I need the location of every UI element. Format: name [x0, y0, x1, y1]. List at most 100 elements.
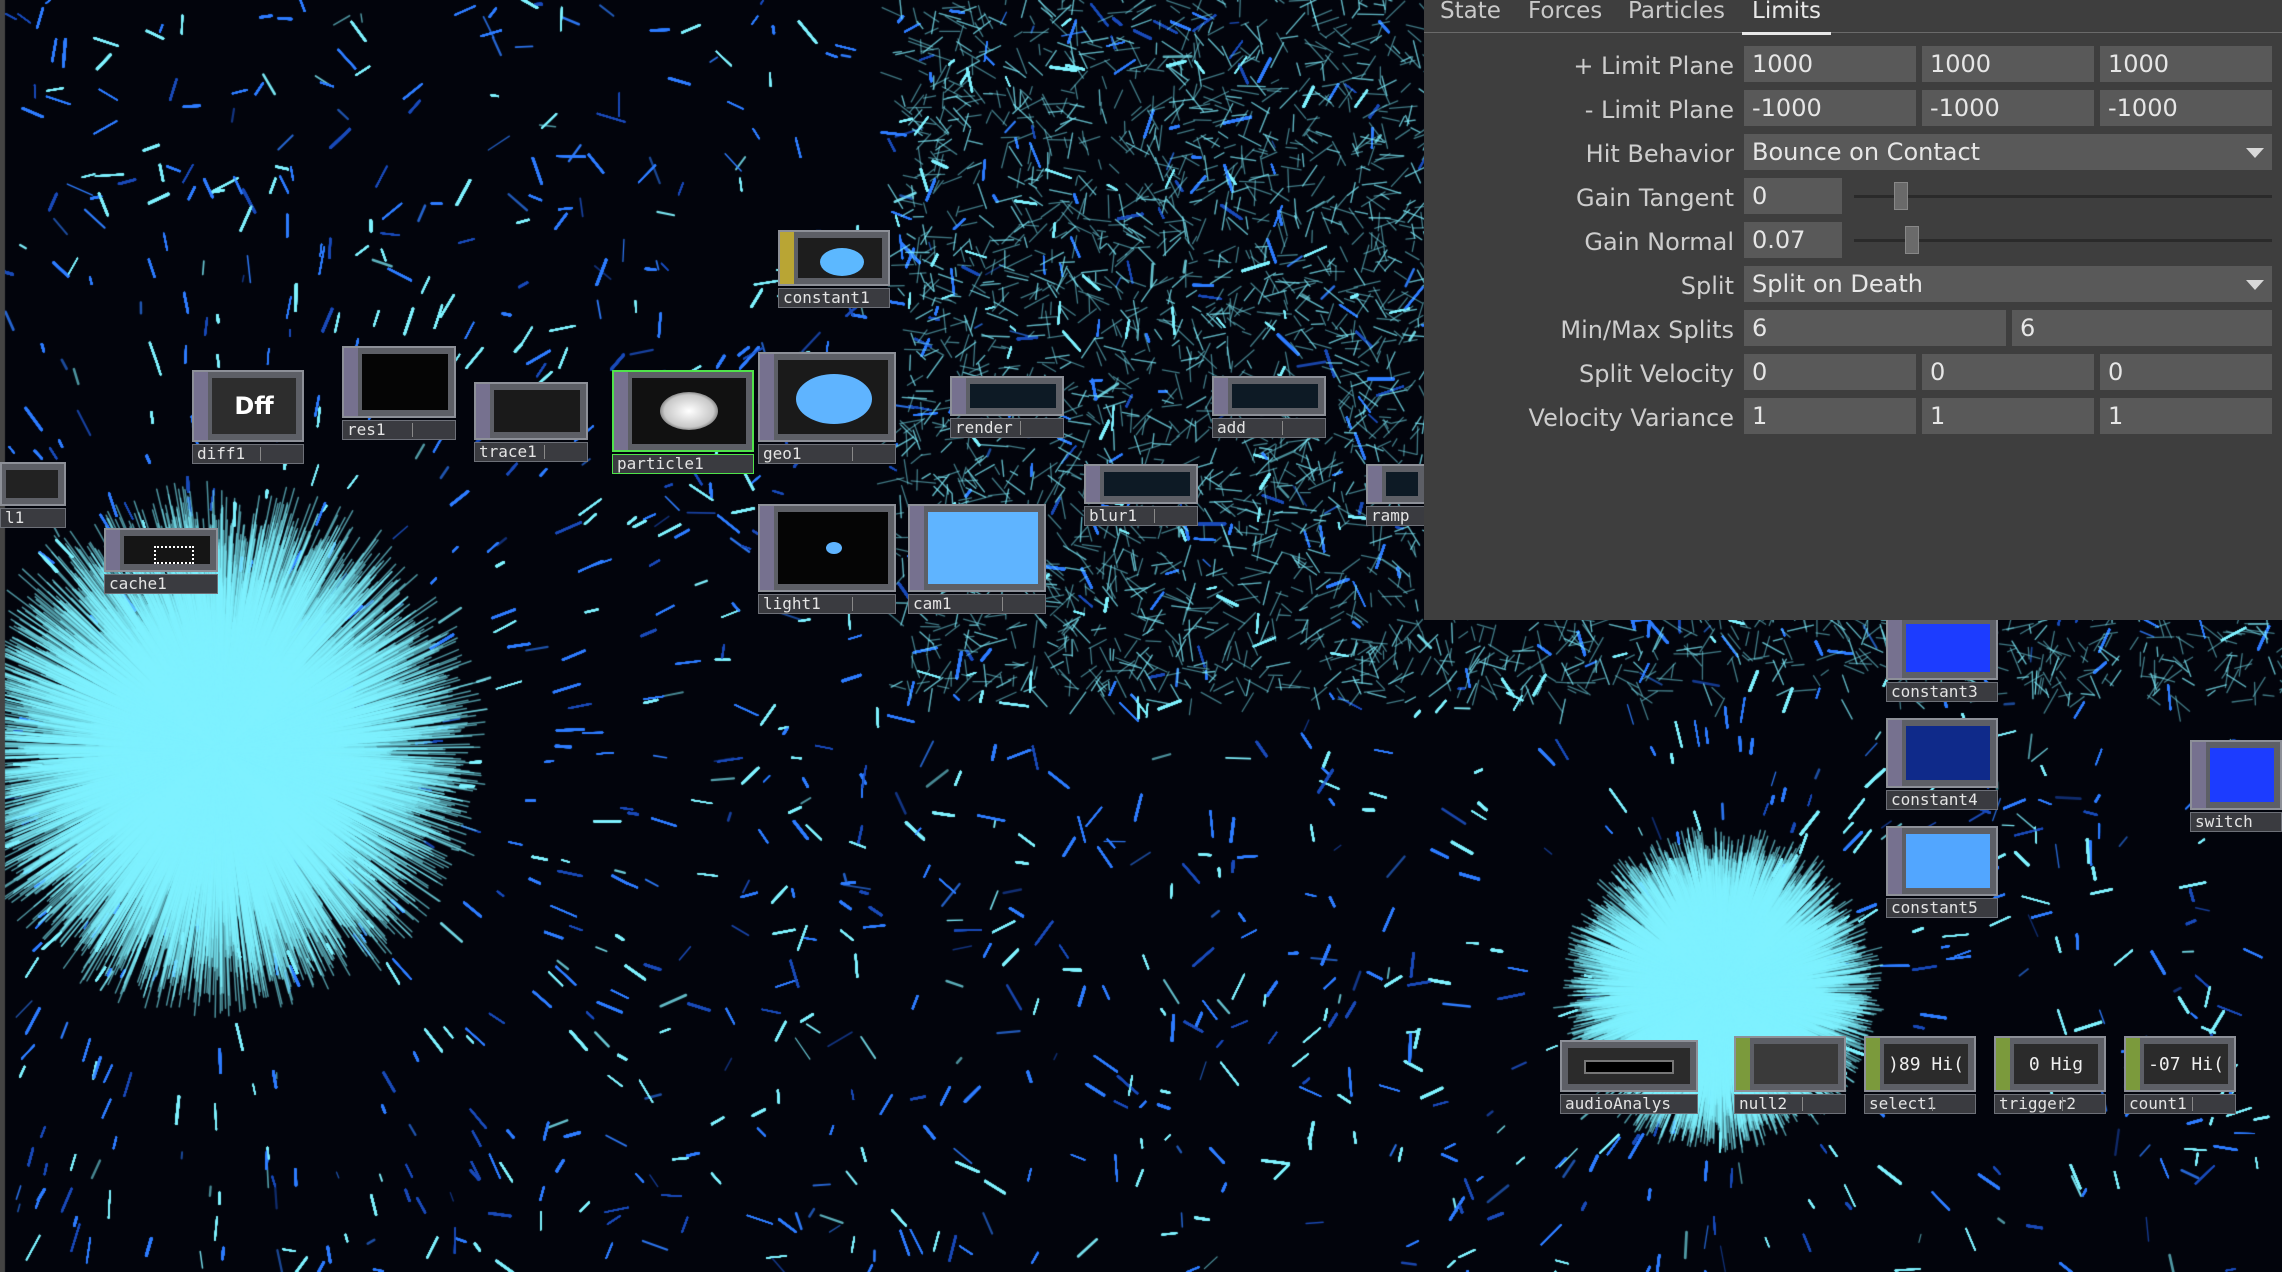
node-label: render [950, 418, 1064, 438]
hit-behavior-menu[interactable]: Bounce on Contact [1744, 134, 2272, 170]
node-label: cam1 [908, 594, 1046, 614]
node-label: res1 [342, 420, 456, 440]
node-constant5[interactable]: constant5 [1886, 826, 1998, 918]
param-limit-minus: - Limit Plane -1000 -1000 -1000 [1424, 88, 2282, 128]
param-label: Split Velocity [1579, 360, 1734, 388]
split-velocity-z-field[interactable]: 0 [2100, 354, 2272, 390]
node-ramp[interactable]: ramp [1366, 464, 1426, 526]
menu-value: Bounce on Contact [1752, 138, 1981, 166]
node-thumbnail [970, 384, 1056, 408]
limit-minus-x-field[interactable]: -1000 [1744, 90, 1916, 126]
param-gain-normal: Gain Normal 0.07 [1424, 220, 2282, 260]
node-label: light1 [758, 594, 896, 614]
node-thumbnail [778, 512, 888, 584]
gain-tangent-slider-track[interactable] [1854, 195, 2272, 198]
dropdown-arrow-icon [2246, 148, 2264, 158]
node-thumbnail: -07 Hi( [2144, 1044, 2228, 1084]
parameter-tabs: State Forces Particles Limits [1424, 0, 2282, 35]
limit-minus-y-field[interactable]: -1000 [1922, 90, 2094, 126]
node-select1[interactable]: )89 Hi( select1 [1864, 1036, 1976, 1114]
node-add[interactable]: add [1212, 376, 1326, 438]
node-thumbnail [1754, 1044, 1838, 1084]
node-render[interactable]: render [950, 376, 1064, 438]
param-label: Gain Normal [1584, 228, 1734, 256]
node-constant3[interactable]: constant3 [1886, 616, 1998, 702]
menu-value: Split on Death [1752, 270, 1923, 298]
node-constant1[interactable]: constant1 [778, 230, 890, 308]
node-trigger2[interactable]: 0 Hig trigger2 [1994, 1036, 2106, 1114]
node-label: switch [2190, 812, 2282, 832]
node-trace1[interactable]: trace1 [474, 382, 588, 462]
tab-particles[interactable]: Particles [1618, 0, 1735, 32]
limit-plus-x-field[interactable]: 1000 [1744, 46, 1916, 82]
node-label: diff1 [192, 444, 304, 464]
gain-normal-field[interactable]: 0.07 [1744, 222, 1842, 258]
node-label: add [1212, 418, 1326, 438]
param-label: + Limit Plane [1573, 52, 1734, 80]
param-split: Split Split on Death [1424, 264, 2282, 304]
node-thumbnail [1906, 726, 1990, 780]
param-min-max-splits: Min/Max Splits 6 6 [1424, 308, 2282, 348]
limit-plus-y-field[interactable]: 1000 [1922, 46, 2094, 82]
gain-tangent-field[interactable]: 0 [1744, 178, 1842, 214]
param-label: Min/Max Splits [1560, 316, 1734, 344]
limit-plus-z-field[interactable]: 1000 [2100, 46, 2272, 82]
node-thumbnail: )89 Hi( [1884, 1044, 1968, 1084]
node-diff1[interactable]: Dff diff1 [192, 370, 304, 464]
node-geo1[interactable]: geo1 [758, 352, 896, 464]
node-label: constant1 [778, 288, 890, 308]
node-label: geo1 [758, 444, 896, 464]
split-velocity-y-field[interactable]: 0 [1922, 354, 2094, 390]
node-label: constant5 [1886, 898, 1998, 918]
gain-tangent-slider-handle[interactable] [1894, 182, 1908, 210]
node-label: trigger2 [1994, 1094, 2106, 1114]
min-splits-field[interactable]: 6 [1744, 310, 2006, 346]
node-label: constant4 [1886, 790, 1998, 810]
node-thumbnail [124, 536, 210, 564]
node-label: constant3 [1886, 682, 1998, 702]
param-label: - Limit Plane [1584, 96, 1734, 124]
node-label: ramp [1366, 506, 1426, 526]
param-velocity-variance: Velocity Variance 1 1 1 [1424, 396, 2282, 436]
node-thumbnail [1386, 472, 1418, 496]
node-constant4[interactable]: constant4 [1886, 718, 1998, 810]
node-res1[interactable]: res1 [342, 346, 456, 440]
node-audioanalysis[interactable]: audioAnalys [1560, 1040, 1698, 1114]
param-hit-behavior: Hit Behavior Bounce on Contact [1424, 132, 2282, 172]
node-thumbnail [778, 360, 888, 434]
node-light1[interactable]: light1 [758, 504, 896, 614]
node-left-partial[interactable]: l1 [0, 462, 66, 528]
node-cam1[interactable]: cam1 [908, 504, 1046, 614]
node-cache1[interactable]: cache1 [104, 528, 218, 594]
node-thumbnail: 0 Hig [2014, 1044, 2098, 1084]
node-count1[interactable]: -07 Hi( count1 [2124, 1036, 2236, 1114]
node-thumbnail [1104, 472, 1190, 496]
tab-state[interactable]: State [1430, 0, 1511, 32]
velocity-variance-x-field[interactable]: 1 [1744, 398, 1916, 434]
max-splits-field[interactable]: 6 [2012, 310, 2272, 346]
param-split-velocity: Split Velocity 0 0 0 [1424, 352, 2282, 392]
node-label: select1 [1864, 1094, 1976, 1114]
node-thumbnail [1568, 1048, 1690, 1084]
node-label: null2 [1734, 1094, 1846, 1114]
split-menu[interactable]: Split on Death [1744, 266, 2272, 302]
velocity-variance-z-field[interactable]: 1 [2100, 398, 2272, 434]
node-particle1[interactable]: particle1 [612, 370, 754, 474]
node-thumbnail [798, 238, 882, 278]
node-thumbnail [362, 354, 448, 410]
tab-forces[interactable]: Forces [1518, 0, 1612, 32]
node-thumbnail [632, 378, 746, 444]
param-limit-plus: + Limit Plane 1000 1000 1000 [1424, 44, 2282, 84]
gain-normal-slider-handle[interactable] [1904, 226, 1919, 254]
velocity-variance-y-field[interactable]: 1 [1922, 398, 2094, 434]
node-blur1[interactable]: blur1 [1084, 464, 1198, 526]
split-velocity-x-field[interactable]: 0 [1744, 354, 1916, 390]
param-label: Gain Tangent [1575, 184, 1734, 212]
param-label: Hit Behavior [1585, 140, 1734, 168]
tab-limits[interactable]: Limits [1742, 0, 1831, 35]
node-label: count1 [2124, 1094, 2236, 1114]
limit-minus-z-field[interactable]: -1000 [2100, 90, 2272, 126]
node-null2[interactable]: null2 [1734, 1036, 1846, 1114]
node-switch[interactable]: switch [2190, 740, 2282, 832]
param-label: Split [1680, 272, 1734, 300]
